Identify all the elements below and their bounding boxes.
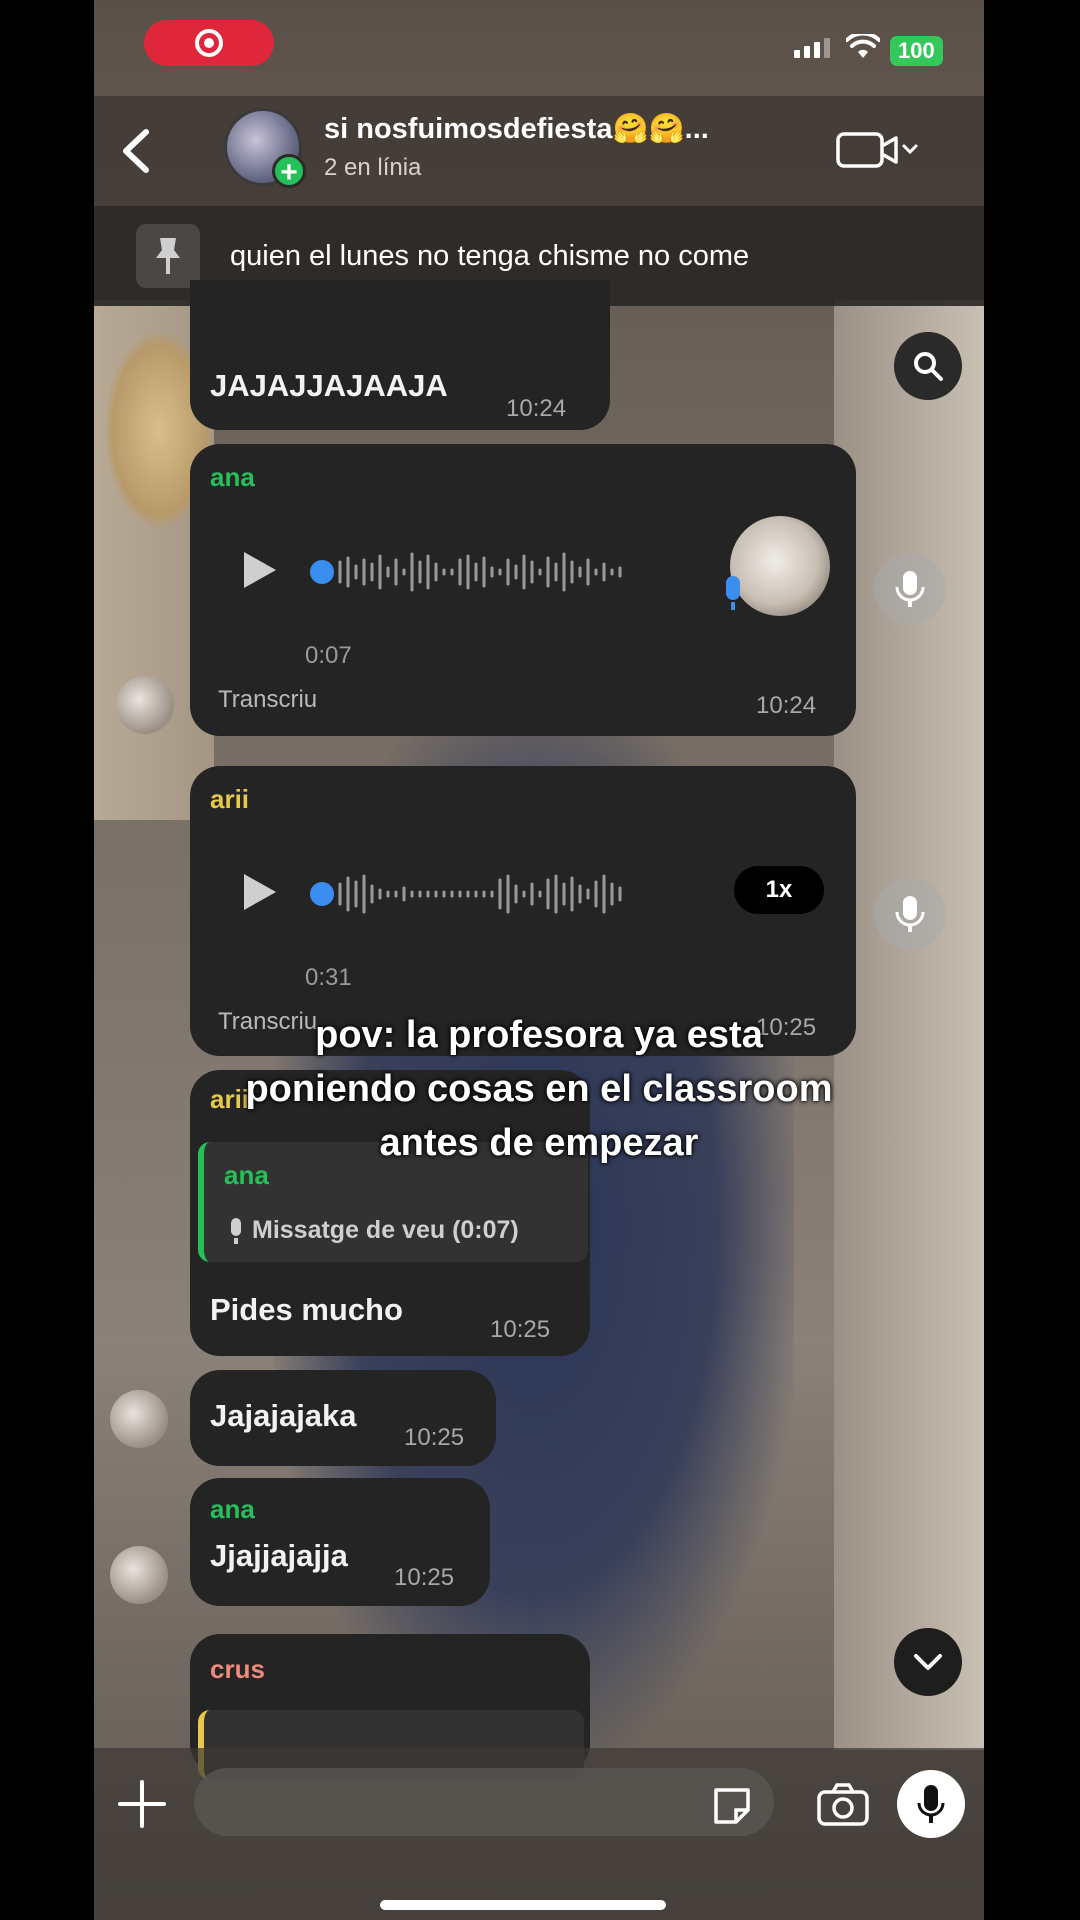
caption-line: poniendo cosas en el classroom: [245, 1068, 833, 1110]
home-indicator[interactable]: [380, 1900, 666, 1910]
chat-title[interactable]: si nosfuimosdefiesta🤗🤗...: [324, 112, 774, 146]
message-text: JAJAJJAJAAJA: [210, 368, 448, 403]
camera-icon[interactable]: [816, 1782, 870, 1826]
message-time: 10:24: [506, 395, 567, 422]
caption-line: pov: la profesora ya esta: [315, 1014, 763, 1056]
audio-waveform[interactable]: [308, 866, 688, 922]
voice-record-button[interactable]: [897, 1770, 965, 1838]
sender-name: ana: [210, 462, 255, 492]
record-icon: [195, 29, 223, 57]
screen-record-indicator[interactable]: [144, 20, 274, 66]
status-bar: 100: [94, 0, 984, 96]
sender-name: ana: [210, 1494, 255, 1524]
message-time: 10:24: [756, 692, 817, 719]
voice-message-bubble[interactable]: ana 0:07 Transcriu 10:24: [190, 444, 856, 736]
search-button[interactable]: [894, 332, 962, 400]
video-call-icon[interactable]: [834, 126, 924, 174]
back-arrow-icon[interactable]: [116, 126, 156, 176]
listen-button[interactable]: [874, 878, 946, 950]
message-text: Pides mucho: [210, 1292, 403, 1327]
pinned-message-text: quien el lunes no tenga chisme no come: [230, 239, 750, 272]
scroll-down-button[interactable]: [894, 1628, 962, 1696]
play-icon[interactable]: [240, 870, 280, 914]
voice-duration: 0:31: [305, 964, 352, 991]
sender-avatar[interactable]: [116, 676, 174, 734]
pin-icon: [136, 224, 200, 288]
playback-speed-button[interactable]: 1x: [734, 866, 824, 914]
mic-icon: [895, 896, 925, 932]
caption-line: antes de empezar: [379, 1122, 699, 1164]
message-input[interactable]: [194, 1768, 774, 1836]
mic-icon: [895, 571, 925, 607]
video-caption: pov: la profesora ya esta poniendo cosas…: [94, 1008, 984, 1170]
message-bubble[interactable]: Jajajajaka 10:25: [190, 1370, 496, 1466]
listen-button[interactable]: [874, 553, 946, 625]
voice-duration: 0:07: [305, 642, 352, 669]
chat-header: + si nosfuimosdefiesta🤗🤗... 2 en línia: [94, 96, 984, 206]
mic-icon: [726, 576, 740, 610]
chevron-down-icon: [914, 1654, 942, 1670]
phone-screen: 100 + si nosfuimosdefiesta🤗🤗... 2 en lín…: [94, 0, 984, 1920]
sticker-icon[interactable]: [710, 1784, 754, 1828]
message-time: 10:25: [490, 1316, 551, 1343]
transcribe-link[interactable]: Transcriu: [218, 686, 317, 714]
message-composer: [94, 1748, 984, 1920]
sender-avatar[interactable]: [110, 1390, 168, 1448]
message-bubble[interactable]: JAJAJJAJAAJA 10:24: [190, 280, 610, 430]
mic-icon: [231, 1218, 241, 1244]
cellular-signal-icon: [794, 38, 830, 58]
message-text: Jjajjajajja: [210, 1538, 348, 1573]
message-bubble[interactable]: ana Jjajjajajja 10:25: [190, 1478, 490, 1606]
sender-avatar[interactable]: [110, 1546, 168, 1604]
add-status-icon[interactable]: +: [272, 154, 306, 189]
mic-icon: [917, 1785, 945, 1823]
quoted-text: Missatge de veu (0:07): [252, 1216, 519, 1244]
sender-name: crus: [210, 1654, 265, 1684]
message-time: 10:25: [404, 1424, 465, 1451]
wifi-icon: [846, 34, 880, 58]
play-icon[interactable]: [240, 548, 280, 592]
search-icon: [914, 352, 943, 381]
message-time: 10:25: [394, 1564, 455, 1591]
online-count: 2 en línia: [324, 154, 422, 181]
sender-name: arii: [210, 784, 250, 814]
audio-waveform[interactable]: [308, 544, 688, 600]
battery-level: 100: [890, 36, 943, 66]
plus-icon[interactable]: [114, 1776, 170, 1832]
message-text: Jajajajaka: [210, 1398, 357, 1433]
